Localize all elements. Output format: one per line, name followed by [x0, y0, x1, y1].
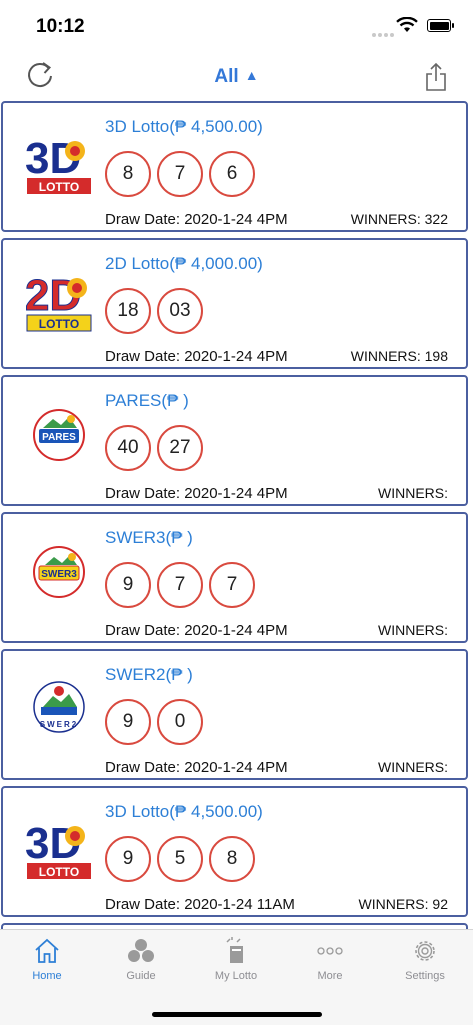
winning-numbers: 90 — [105, 699, 209, 745]
draw-date: Draw Date: 2020-1-24 4PM — [105, 485, 288, 502]
winners-count: WINNERS: — [378, 485, 448, 501]
winners-count: WINNERS: 322 — [350, 211, 448, 227]
draw-date: Draw Date: 2020-1-24 4PM — [105, 622, 288, 639]
number-ball: 03 — [157, 288, 203, 334]
winning-numbers: 958 — [105, 836, 261, 882]
result-card[interactable]: 3D LOTTO 3D Lotto(₱ 4,500.00) 958 Draw D… — [1, 786, 468, 917]
number-ball: 18 — [105, 288, 151, 334]
game-title: 2D Lotto(₱ 4,000.00) — [105, 254, 263, 273]
svg-text:LOTTO: LOTTO — [39, 180, 79, 194]
tab-bar: Home Guide My Lotto More Settings — [0, 929, 473, 1025]
tab-label: Home — [32, 970, 62, 982]
wifi-icon — [396, 17, 418, 32]
tab-label: Settings — [405, 970, 445, 982]
number-ball: 7 — [209, 562, 255, 608]
number-ball: 9 — [105, 836, 151, 882]
game-logo-swer2: SWER2 — [21, 669, 97, 749]
svg-text:PARES: PARES — [42, 432, 76, 443]
number-ball: 27 — [157, 425, 203, 471]
game-title: SWER2(₱ ) — [105, 665, 193, 684]
svg-text:LOTTO: LOTTO — [39, 317, 79, 331]
number-ball: 9 — [105, 562, 151, 608]
tab-label: Guide — [126, 970, 156, 982]
svg-text:SWER2: SWER2 — [40, 720, 78, 729]
number-ball: 7 — [157, 562, 203, 608]
game-title: SWER3(₱ ) — [105, 528, 193, 547]
number-ball: 8 — [209, 836, 255, 882]
game-logo-2d-lotto: 2D LOTTO — [21, 258, 97, 338]
winning-numbers: 40 27 — [105, 425, 209, 471]
game-logo-3d-lotto: 3D LOTTO — [21, 806, 97, 886]
tab-label: More — [317, 970, 343, 982]
winning-numbers: 18 03 — [105, 288, 209, 334]
game-title: PARES(₱ ) — [105, 391, 189, 410]
signal-icon — [372, 24, 396, 42]
my-lotto-icon — [226, 937, 243, 963]
svg-text:SWER3: SWER3 — [41, 569, 77, 580]
number-ball: 8 — [105, 151, 151, 197]
tab-settings[interactable]: Settings — [378, 936, 472, 982]
winners-count: WINNERS: — [378, 759, 448, 775]
svg-text:LOTTO: LOTTO — [39, 865, 79, 879]
chevron-up-icon: ▲ — [244, 67, 259, 83]
filter-dropdown[interactable]: All ▲ — [0, 66, 473, 88]
number-ball: 5 — [157, 836, 203, 882]
tab-more[interactable]: More — [283, 936, 377, 982]
winners-count: WINNERS: 198 — [350, 348, 448, 364]
draw-date: Draw Date: 2020-1-24 4PM — [105, 759, 288, 776]
winning-numbers: 876 — [105, 151, 261, 197]
tab-home[interactable]: Home — [0, 936, 94, 982]
status-bar: 10:12 — [0, 0, 473, 44]
navigation-bar: All ▲ — [0, 44, 473, 100]
draw-date: Draw Date: 2020-1-24 4PM — [105, 211, 288, 228]
result-card[interactable]: 2D LOTTO 2D Lotto(₱ 4,000.00) 18 03 Draw … — [1, 238, 468, 369]
result-card[interactable]: PARES PARES(₱ ) 40 27 Draw Date: 2020-1-2… — [1, 375, 468, 506]
results-list[interactable]: 3D LOTTO 3D Lotto(₱ 4,500.00) 876 Draw D… — [0, 101, 473, 929]
status-time: 10:12 — [36, 16, 85, 37]
number-ball: 7 — [157, 151, 203, 197]
result-card[interactable]: 3D LOTTO 3D Lotto(₱ 4,500.00) 876 Draw D… — [1, 101, 468, 232]
number-ball: 0 — [157, 699, 203, 745]
draw-date: Draw Date: 2020-1-24 11AM — [105, 896, 295, 913]
winners-count: WINNERS: 92 — [358, 896, 448, 912]
draw-date: Draw Date: 2020-1-24 4PM — [105, 348, 288, 365]
number-ball: 6 — [209, 151, 255, 197]
tab-label: My Lotto — [214, 970, 258, 982]
settings-icon — [415, 941, 435, 961]
result-card[interactable]: SWER3 SWER3(₱ ) 977 Draw Date: 2020-1-24… — [1, 512, 468, 643]
battery-icon — [427, 19, 454, 32]
winners-count: WINNERS: — [378, 622, 448, 638]
game-logo-swer3: SWER3 — [21, 532, 97, 612]
game-title: 3D Lotto(₱ 4,500.00) — [105, 117, 263, 136]
game-logo-pares: PARES — [21, 395, 97, 475]
tab-guide[interactable]: Guide — [94, 936, 188, 982]
game-logo-3d-lotto: 3D LOTTO — [21, 121, 97, 201]
home-icon — [35, 938, 59, 963]
more-icon — [317, 947, 343, 955]
guide-icon — [128, 939, 154, 962]
number-ball: 40 — [105, 425, 151, 471]
number-ball: 9 — [105, 699, 151, 745]
result-card[interactable]: SWER2 SWER2(₱ ) 90 Draw Date: 2020-1-24 … — [1, 649, 468, 780]
tab-my-lotto[interactable]: My Lotto — [189, 936, 283, 982]
share-icon[interactable] — [424, 62, 448, 92]
winning-numbers: 977 — [105, 562, 261, 608]
filter-title: All — [214, 66, 239, 87]
home-indicator — [152, 1012, 322, 1017]
game-title: 3D Lotto(₱ 4,500.00) — [105, 802, 263, 821]
